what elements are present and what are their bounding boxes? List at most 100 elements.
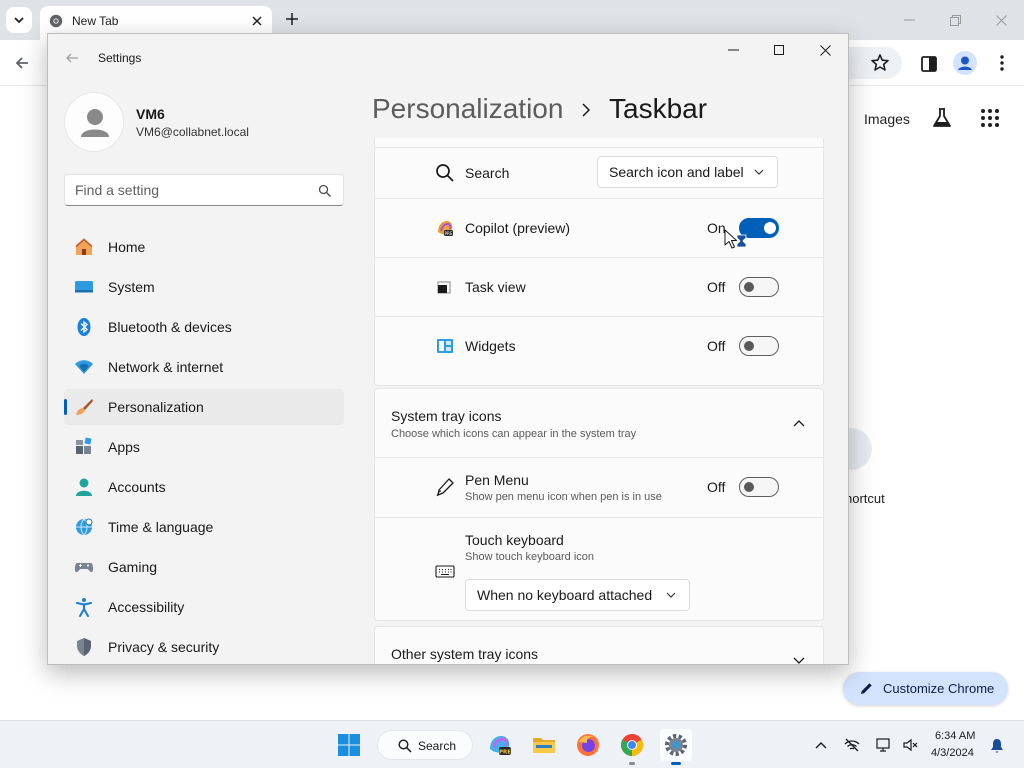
task-view-icon xyxy=(437,281,451,294)
pen-menu-toggle-state: Off xyxy=(707,479,726,495)
system-tray-icons-card: System tray icons Choose which icons can… xyxy=(374,388,824,621)
nav-label: Network & internet xyxy=(108,359,224,375)
back-arrow-icon[interactable] xyxy=(64,50,80,66)
nav-item-home[interactable]: Home xyxy=(64,229,344,265)
settings-content[interactable]: Search Search icon and label PRE Copilot… xyxy=(374,138,824,664)
close-button[interactable] xyxy=(809,40,841,60)
tab-close-button[interactable] xyxy=(248,12,266,30)
touch-keyboard-label: Touch keyboard xyxy=(465,532,564,548)
clock-date[interactable]: 4/3/2024 xyxy=(931,747,974,759)
pen-menu-label: Pen Menu xyxy=(465,472,529,488)
window-title: Settings xyxy=(98,51,142,65)
selected-indicator xyxy=(64,399,67,415)
user-avatar[interactable] xyxy=(64,92,124,152)
chrome-close-button[interactable] xyxy=(991,10,1011,30)
nav-item-time-language[interactable]: Time & language xyxy=(64,509,344,545)
page-title: Taskbar xyxy=(609,93,708,124)
network-wifi-icon xyxy=(75,360,93,374)
pen-menu-description: Show pen menu icon when pen is in use xyxy=(465,491,662,503)
kebab-menu-icon[interactable] xyxy=(993,53,1011,73)
touch-keyboard-dropdown[interactable]: When no keyboard attached xyxy=(465,579,690,611)
find-setting-box[interactable] xyxy=(64,174,344,206)
search-mode-value: Search icon and label xyxy=(609,164,744,180)
widgets-toggle[interactable] xyxy=(739,336,779,356)
widgets-setting-label: Widgets xyxy=(465,338,516,354)
customize-chrome-button[interactable]: Customize Chrome xyxy=(843,672,1008,705)
side-panel-icon[interactable] xyxy=(919,54,939,74)
folder-icon xyxy=(533,738,555,753)
taskbar-file-explorer[interactable] xyxy=(528,729,560,761)
taskbar-firefox[interactable] xyxy=(572,729,604,761)
nav-label: Gaming xyxy=(108,559,158,575)
nav-item-network-internet[interactable]: Network & internet xyxy=(64,349,344,385)
other-system-tray-icons-card[interactable]: Other system tray icons xyxy=(374,626,824,664)
nav-label: System xyxy=(108,279,155,295)
find-setting-input[interactable] xyxy=(75,182,305,198)
minimize-button[interactable] xyxy=(717,40,749,60)
touch-keyboard-description: Show touch keyboard icon xyxy=(465,551,595,563)
breadcrumb-parent[interactable]: Personalization xyxy=(372,93,563,125)
nav-item-privacy-security[interactable]: Privacy & security xyxy=(64,629,344,664)
other-tray-title: Other system tray icons xyxy=(391,646,539,662)
nav-item-apps[interactable]: Apps xyxy=(64,429,344,465)
start-button[interactable] xyxy=(333,729,365,761)
add-shortcut-label: hortcut xyxy=(845,491,885,506)
nav-item-gaming[interactable]: Gaming xyxy=(64,549,344,585)
taskbar-chrome[interactable] xyxy=(616,729,648,765)
windows-logo-icon xyxy=(338,734,360,756)
taskbar-items-card: Search Search icon and label PRE Copilot… xyxy=(374,138,824,386)
task-view-toggle[interactable] xyxy=(739,277,779,297)
taskbar-settings[interactable] xyxy=(660,729,692,765)
maximize-button[interactable] xyxy=(763,40,795,60)
tab-search-button[interactable] xyxy=(6,7,32,33)
profile-avatar-icon[interactable] xyxy=(953,51,977,75)
nav-item-personalization[interactable]: Personalization xyxy=(64,389,344,425)
labs-flask-icon[interactable] xyxy=(930,106,954,130)
nav-label: Personalization xyxy=(108,399,204,415)
chevron-up-icon[interactable] xyxy=(813,737,829,753)
settings-gear-icon xyxy=(665,734,687,756)
search-mode-dropdown[interactable]: Search icon and label xyxy=(597,156,778,188)
close-icon xyxy=(995,14,1007,26)
new-tab-button[interactable] xyxy=(282,9,302,29)
toggle-knob xyxy=(744,482,754,492)
personalization-brush-icon xyxy=(76,399,93,415)
nav-label: Time & language xyxy=(108,519,214,535)
network-status-icon[interactable] xyxy=(844,737,860,753)
user-name: VM6 xyxy=(136,106,165,122)
copilot-icon: PRE xyxy=(490,736,511,755)
chrome-minimize-button[interactable] xyxy=(899,10,919,30)
back-arrow-icon[interactable] xyxy=(12,53,32,73)
pen-icon xyxy=(436,478,454,497)
active-indicator xyxy=(671,762,681,765)
taskbar-search[interactable]: Search xyxy=(377,730,473,760)
notification-bell-icon[interactable] xyxy=(989,738,1005,754)
nav-item-accessibility[interactable]: Accessibility xyxy=(64,589,344,625)
bluetooth-icon xyxy=(77,318,91,336)
nav-item-accounts[interactable]: Accounts xyxy=(64,469,344,505)
google-apps-grid-icon[interactable] xyxy=(980,108,1000,128)
accounts-icon xyxy=(76,478,92,496)
chevron-down-icon xyxy=(666,592,676,598)
system-tray-subtitle: Choose which icons can appear in the sys… xyxy=(391,428,637,440)
plus-icon xyxy=(286,13,298,25)
chevron-right-icon xyxy=(582,103,591,117)
chrome-icon xyxy=(621,734,643,756)
nav-item-system[interactable]: System xyxy=(64,269,344,305)
nav-item-bluetooth-devices[interactable]: Bluetooth & devices xyxy=(64,309,344,345)
person-icon xyxy=(81,109,109,137)
chrome-restore-button[interactable] xyxy=(945,10,965,30)
bookmark-star-icon[interactable] xyxy=(870,53,890,73)
images-link[interactable]: Images xyxy=(864,111,910,127)
task-view-toggle-state: Off xyxy=(707,279,726,295)
running-indicator xyxy=(629,762,635,765)
restore-icon xyxy=(949,14,961,26)
setting-row-copilot: PRE Copilot (preview) On xyxy=(375,199,823,257)
volume-muted-icon[interactable] xyxy=(902,737,918,753)
copilot-icon: PRE xyxy=(438,221,453,236)
display-icon[interactable] xyxy=(876,737,892,753)
clock-time[interactable]: 6:34 AM xyxy=(935,730,975,742)
taskbar-copilot[interactable]: PRE xyxy=(484,729,516,761)
system-tray-header[interactable]: System tray icons Choose which icons can… xyxy=(375,389,823,457)
pen-menu-toggle[interactable] xyxy=(739,477,779,497)
